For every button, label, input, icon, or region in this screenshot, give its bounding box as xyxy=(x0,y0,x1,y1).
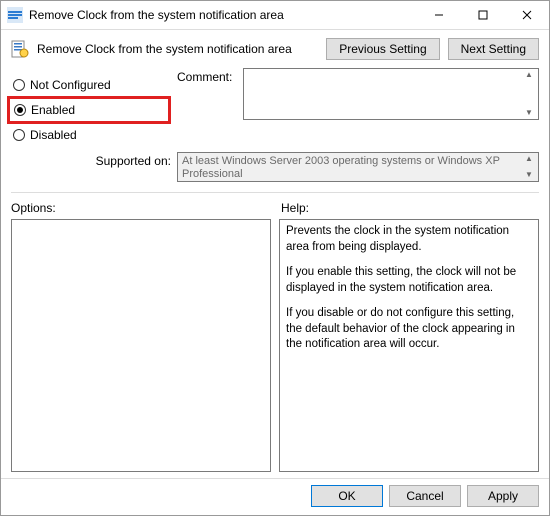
scrollbar[interactable]: ▲ ▼ xyxy=(521,154,537,180)
footer: OK Cancel Apply xyxy=(1,478,549,515)
radio-label: Disabled xyxy=(30,128,77,142)
close-button[interactable] xyxy=(505,1,549,29)
radio-icon xyxy=(13,79,25,91)
supported-label: Supported on: xyxy=(11,152,171,168)
radio-icon xyxy=(14,104,26,116)
comment-label: Comment: xyxy=(177,68,237,84)
supported-text: At least Windows Server 2003 operating s… xyxy=(182,155,500,180)
ok-button[interactable]: OK xyxy=(311,485,383,507)
highlight-enabled: Enabled xyxy=(7,96,171,124)
apply-button[interactable]: Apply xyxy=(467,485,539,507)
radio-enabled[interactable]: Enabled xyxy=(12,100,162,120)
policy-icon xyxy=(11,40,29,58)
help-pane: Prevents the clock in the system notific… xyxy=(279,219,539,472)
header-row: Remove Clock from the system notificatio… xyxy=(1,30,549,64)
comment-textarea[interactable]: ▲ ▼ xyxy=(243,68,539,120)
window-controls xyxy=(417,1,549,29)
maximize-button[interactable] xyxy=(461,1,505,29)
panes: Prevents the clock in the system notific… xyxy=(1,217,549,478)
next-setting-button[interactable]: Next Setting xyxy=(448,38,539,60)
cancel-button[interactable]: Cancel xyxy=(389,485,461,507)
help-paragraph: If you enable this setting, the clock wi… xyxy=(286,265,532,296)
minimize-icon xyxy=(434,10,444,20)
panes-header: Options: Help: xyxy=(1,195,549,217)
policy-title: Remove Clock from the system notificatio… xyxy=(37,42,318,56)
policy-editor-window: Remove Clock from the system notificatio… xyxy=(0,0,550,516)
close-icon xyxy=(522,10,532,20)
minimize-button[interactable] xyxy=(417,1,461,29)
supported-row: Supported on: At least Windows Server 20… xyxy=(1,146,549,190)
comment-column: Comment: ▲ ▼ xyxy=(177,68,539,146)
window-title: Remove Clock from the system notificatio… xyxy=(29,8,417,22)
scroll-up-icon: ▲ xyxy=(521,154,537,164)
help-paragraph: Prevents the clock in the system notific… xyxy=(286,224,532,255)
supported-textbox: At least Windows Server 2003 operating s… xyxy=(177,152,539,182)
maximize-icon xyxy=(478,10,488,20)
previous-setting-button[interactable]: Previous Setting xyxy=(326,38,439,60)
app-icon xyxy=(7,7,23,23)
scrollbar[interactable]: ▲ ▼ xyxy=(521,70,537,118)
help-label: Help: xyxy=(275,201,539,215)
options-pane xyxy=(11,219,271,472)
scroll-down-icon: ▼ xyxy=(521,170,537,180)
scroll-down-icon: ▼ xyxy=(521,108,537,118)
radio-label: Enabled xyxy=(31,103,75,117)
options-label: Options: xyxy=(11,201,275,215)
help-paragraph: If you disable or do not configure this … xyxy=(286,306,532,353)
radio-not-configured[interactable]: Not Configured xyxy=(11,75,171,95)
separator xyxy=(11,192,539,193)
radio-disabled[interactable]: Disabled xyxy=(11,125,171,145)
scroll-up-icon: ▲ xyxy=(521,70,537,80)
radio-icon xyxy=(13,129,25,141)
config-row: Not Configured Enabled Disabled Comment: xyxy=(1,64,549,146)
titlebar: Remove Clock from the system notificatio… xyxy=(1,1,549,30)
radio-label: Not Configured xyxy=(30,78,111,92)
state-radio-group: Not Configured Enabled Disabled xyxy=(11,68,171,146)
